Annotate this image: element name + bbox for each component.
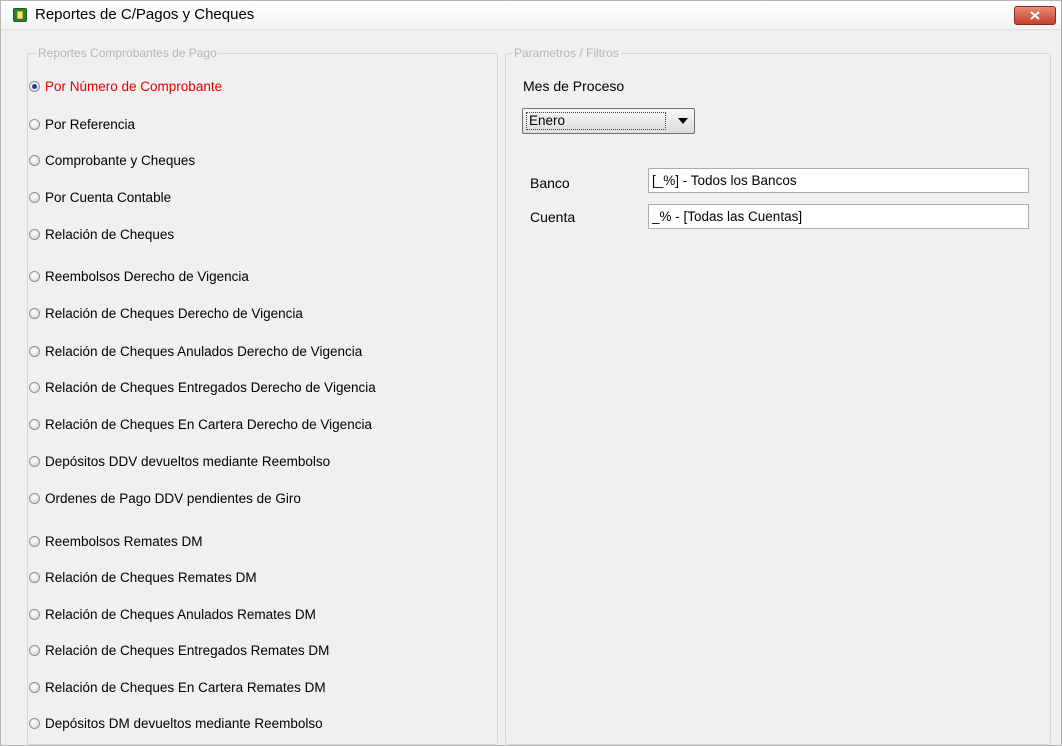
radio-button-icon[interactable] bbox=[29, 118, 40, 130]
report-option[interactable]: Reembolsos Remates DM bbox=[29, 532, 203, 550]
radio-button-icon[interactable] bbox=[29, 492, 40, 504]
report-option[interactable]: Relación de Cheques bbox=[29, 225, 174, 243]
radio-button-icon[interactable] bbox=[29, 571, 40, 583]
banco-input[interactable] bbox=[648, 168, 1029, 193]
report-option-label: Relación de Cheques Remates DM bbox=[45, 569, 257, 585]
mes-proceso-value: Enero bbox=[526, 112, 666, 130]
report-option-label: Relación de Cheques En Cartera Remates D… bbox=[45, 679, 326, 695]
radio-button-icon[interactable] bbox=[29, 80, 40, 92]
radio-button-icon[interactable] bbox=[29, 644, 40, 656]
close-button[interactable] bbox=[1014, 6, 1056, 25]
radio-button-icon[interactable] bbox=[29, 191, 40, 203]
radio-button-icon[interactable] bbox=[29, 455, 40, 467]
report-option-label: Por Número de Comprobante bbox=[45, 78, 223, 94]
report-option-label: Relación de Cheques Anulados Derecho de … bbox=[45, 343, 363, 359]
report-option[interactable]: Comprobante y Cheques bbox=[29, 151, 195, 169]
radio-button-icon[interactable] bbox=[29, 270, 40, 282]
report-option-label: Depósitos DM devueltos mediante Reembols… bbox=[45, 715, 323, 731]
report-option[interactable]: Relación de Cheques En Cartera Derecho d… bbox=[29, 415, 372, 433]
report-option[interactable]: Ordenes de Pago DDV pendientes de Giro bbox=[29, 489, 301, 507]
report-option[interactable]: Reembolsos Derecho de Vigencia bbox=[29, 267, 249, 285]
report-option-label: Relación de Cheques Derecho de Vigencia bbox=[45, 305, 303, 321]
app-icon bbox=[13, 8, 27, 22]
report-option-label: Relación de Cheques Anulados Remates DM bbox=[45, 606, 316, 622]
parameters-group: Parametros / Filtros bbox=[505, 46, 1051, 745]
report-type-legend: Reportes Comprobantes de Pago bbox=[36, 46, 219, 60]
report-option[interactable]: Por Referencia bbox=[29, 115, 135, 133]
radio-button-icon[interactable] bbox=[29, 717, 40, 729]
radio-button-icon[interactable] bbox=[29, 535, 40, 547]
report-option[interactable]: Relación de Cheques Anulados Remates DM bbox=[29, 605, 316, 623]
report-option[interactable]: Relación de Cheques Anulados Derecho de … bbox=[29, 342, 362, 360]
report-option[interactable]: Relación de Cheques En Cartera Remates D… bbox=[29, 678, 326, 696]
report-option-label: Relación de Cheques Entregados Derecho d… bbox=[45, 379, 376, 395]
cuenta-label: Cuenta bbox=[530, 209, 576, 225]
report-option-label: Por Cuenta Contable bbox=[45, 189, 172, 205]
radio-button-icon[interactable] bbox=[29, 608, 40, 620]
chevron-down-icon bbox=[678, 118, 688, 124]
mes-proceso-select[interactable]: Enero bbox=[522, 108, 695, 134]
report-option-label: Depósitos DDV devueltos mediante Reembol… bbox=[45, 453, 331, 469]
close-icon bbox=[1030, 11, 1040, 20]
radio-button-icon[interactable] bbox=[29, 345, 40, 357]
window-title: Reportes de C/Pagos y Cheques bbox=[35, 6, 255, 23]
report-option[interactable]: Relación de Cheques Remates DM bbox=[29, 568, 257, 586]
report-option[interactable]: Relación de Cheques Entregados Derecho d… bbox=[29, 378, 376, 396]
radio-button-icon[interactable] bbox=[29, 228, 40, 240]
report-option[interactable]: Por Cuenta Contable bbox=[29, 188, 171, 206]
report-option-label: Reembolsos Remates DM bbox=[45, 533, 203, 549]
banco-label: Banco bbox=[530, 175, 570, 191]
report-option[interactable]: Depósitos DDV devueltos mediante Reembol… bbox=[29, 452, 330, 470]
parameters-legend: Parametros / Filtros bbox=[512, 46, 621, 60]
report-option[interactable]: Relación de Cheques Derecho de Vigencia bbox=[29, 304, 303, 322]
cuenta-input[interactable] bbox=[648, 204, 1029, 229]
report-option-label: Reembolsos Derecho de Vigencia bbox=[45, 268, 249, 284]
radio-button-icon[interactable] bbox=[29, 307, 40, 319]
report-option-label: Por Referencia bbox=[45, 116, 136, 132]
title-bar[interactable]: Reportes de C/Pagos y Cheques bbox=[1, 1, 1061, 30]
report-option[interactable]: Por Número de Comprobante bbox=[29, 77, 222, 95]
radio-button-icon[interactable] bbox=[29, 418, 40, 430]
report-option-label: Comprobante y Cheques bbox=[45, 152, 196, 168]
mes-proceso-label: Mes de Proceso bbox=[523, 78, 625, 94]
radio-button-icon[interactable] bbox=[29, 381, 40, 393]
report-option[interactable]: Relación de Cheques Entregados Remates D… bbox=[29, 641, 329, 659]
report-window: Reportes de C/Pagos y Cheques Reportes C… bbox=[0, 0, 1062, 746]
report-option-label: Ordenes de Pago DDV pendientes de Giro bbox=[45, 490, 301, 506]
report-option[interactable]: Depósitos DM devueltos mediante Reembols… bbox=[29, 714, 323, 732]
radio-button-icon[interactable] bbox=[29, 681, 40, 693]
report-option-label: Relación de Cheques En Cartera Derecho d… bbox=[45, 416, 372, 432]
report-option-label: Relación de Cheques Entregados Remates D… bbox=[45, 642, 330, 658]
radio-button-icon[interactable] bbox=[29, 154, 40, 166]
report-option-label: Relación de Cheques bbox=[45, 226, 175, 242]
